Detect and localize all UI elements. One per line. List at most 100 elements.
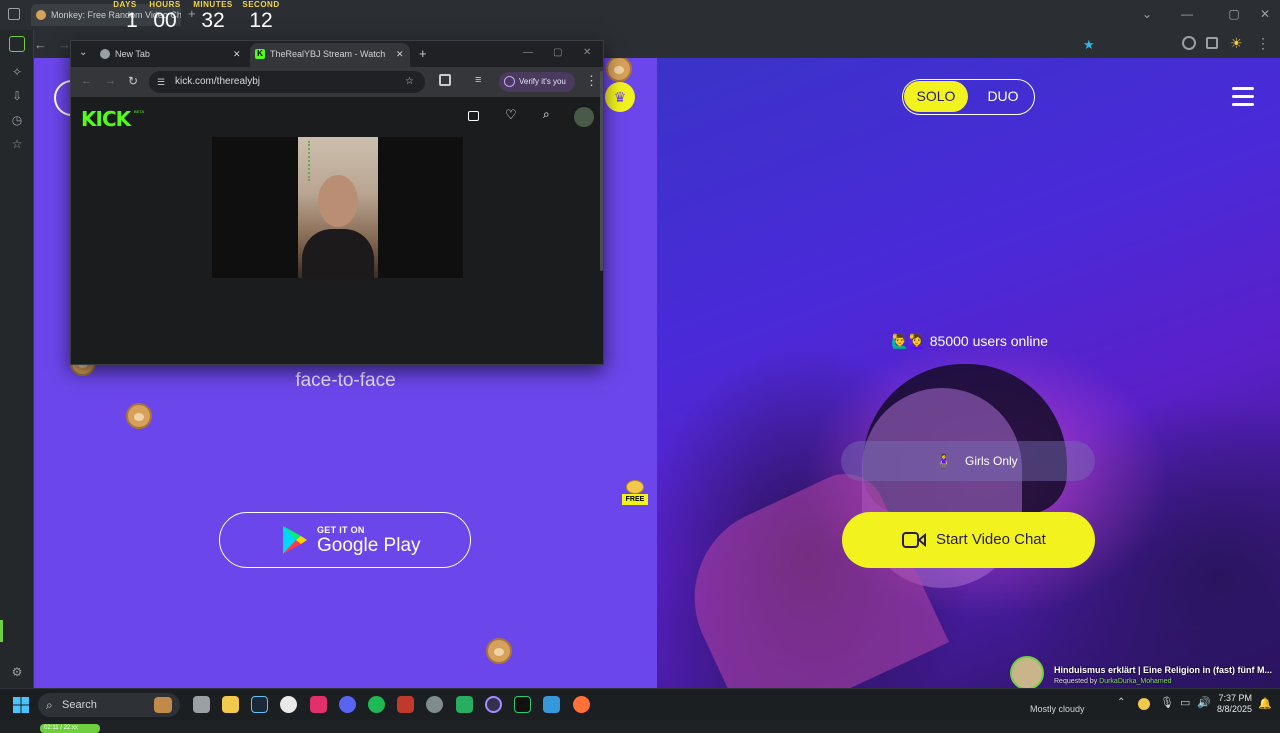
solo-button[interactable]: SOLO bbox=[904, 81, 968, 112]
tab-list-icon[interactable]: ⌄ bbox=[79, 47, 87, 58]
extensions-icon[interactable] bbox=[439, 74, 451, 86]
monkey-icon bbox=[606, 58, 632, 82]
reading-list-icon[interactable]: ≡ bbox=[475, 74, 481, 86]
free-coins-badge[interactable]: FREE bbox=[622, 480, 648, 508]
close-icon[interactable]: ✕ bbox=[1258, 7, 1272, 21]
app-icon[interactable] bbox=[456, 696, 473, 713]
now-playing-thumbnail bbox=[1010, 656, 1044, 690]
popup-url-field[interactable]: ☰ kick.com/therealybj ☆ bbox=[149, 71, 425, 93]
maximize-icon[interactable]: ▢ bbox=[553, 47, 562, 58]
hamburger-menu-icon[interactable] bbox=[1232, 87, 1254, 106]
requested-by-label: Requested by bbox=[1054, 678, 1098, 685]
verify-chip-label: Verify it's you bbox=[519, 77, 566, 86]
minutes-label: MINUTES bbox=[193, 0, 233, 9]
right-panel-camera-view: SOLO DUO 🙋‍♂️🙋‍♀️ 85000 users online 🧍‍♀… bbox=[657, 58, 1280, 688]
instagram-icon[interactable] bbox=[310, 696, 327, 713]
seconds-value: 12 bbox=[249, 9, 273, 32]
network-icon[interactable]: ▭ bbox=[1180, 696, 1190, 709]
site-settings-icon[interactable]: ☰ bbox=[157, 71, 165, 93]
tagline: face-to-face bbox=[295, 370, 396, 391]
task-view-icon[interactable] bbox=[193, 696, 210, 713]
minutes-value: 32 bbox=[201, 9, 225, 32]
favorites-icon[interactable]: ☆ bbox=[9, 136, 25, 152]
extensions-icon[interactable] bbox=[1206, 37, 1218, 49]
settings-icon[interactable] bbox=[426, 696, 443, 713]
menu-dots-icon[interactable]: ⋮ bbox=[585, 73, 598, 89]
taskbar: ⌕ Search 02:11 / 22:xx Mostly cloudy ⌃ 🎙… bbox=[0, 688, 1280, 733]
download-icon[interactable]: ⇩ bbox=[9, 88, 25, 104]
close-tab-icon[interactable]: ✕ bbox=[233, 43, 241, 65]
kick-logo[interactable]: KICK bbox=[81, 107, 131, 131]
search-icon: ⌕ bbox=[46, 698, 53, 712]
start-video-chat-button[interactable]: Start Video Chat bbox=[842, 512, 1095, 568]
verify-chip[interactable]: Verify it's you bbox=[499, 72, 575, 92]
requested-by-user: DurkaDurka_Mohamed bbox=[1099, 678, 1172, 685]
windows-start-icon[interactable] bbox=[13, 697, 29, 713]
spotify-icon[interactable] bbox=[368, 696, 385, 713]
minimize-icon[interactable]: — bbox=[1180, 7, 1194, 21]
back-icon[interactable]: ← bbox=[81, 75, 92, 87]
girl-icon: 🧍‍♀️ bbox=[935, 453, 953, 469]
editor-icon[interactable] bbox=[543, 696, 560, 713]
steam-icon[interactable] bbox=[251, 696, 268, 713]
stream-player[interactable] bbox=[212, 137, 463, 278]
sidebar-toggle-icon[interactable] bbox=[8, 8, 20, 20]
tab-kick-stream[interactable]: K TheRealYBJ Stream - Watch Live ✕ bbox=[250, 43, 410, 67]
bookmark-star-icon[interactable]: ★ bbox=[1083, 37, 1095, 53]
tab-kick-label: TheRealYBJ Stream - Watch Live bbox=[270, 49, 385, 59]
reload-icon[interactable]: ↻ bbox=[128, 74, 138, 88]
tray-app-icon[interactable] bbox=[1138, 698, 1150, 710]
bookmark-icon[interactable]: ☆ bbox=[405, 71, 414, 93]
google-play-button[interactable]: GET IT ON Google Play bbox=[219, 512, 471, 568]
settings-icon[interactable]: ⚙ bbox=[9, 664, 25, 680]
tab-search-icon[interactable]: ⌄ bbox=[1140, 7, 1154, 21]
terminal-icon[interactable] bbox=[514, 696, 531, 713]
voicemeeter-icon[interactable] bbox=[397, 696, 414, 713]
search-highlight-icon bbox=[154, 697, 172, 713]
popup-tab-bar: ⌄ New Tab ✕ K TheRealYBJ Stream - Watch … bbox=[71, 41, 603, 67]
streamer-face bbox=[318, 175, 358, 227]
circle-app-icon[interactable] bbox=[485, 696, 502, 713]
tray-clock[interactable]: 7:37 PM 8/8/2025 bbox=[1216, 693, 1252, 715]
users-emoji-icon: 🙋‍♂️🙋‍♀️ bbox=[891, 333, 926, 349]
sidebar-panel-icon[interactable] bbox=[9, 36, 25, 52]
tab-new-tab[interactable]: New Tab ✕ bbox=[95, 43, 245, 67]
kick-favicon-icon: K bbox=[255, 49, 265, 59]
new-tab-icon[interactable]: + bbox=[419, 46, 427, 61]
crown-icon[interactable]: ♛ bbox=[605, 82, 635, 112]
clock-date: 8/8/2025 bbox=[1216, 704, 1252, 714]
hours-value: 00 bbox=[153, 9, 177, 32]
menu-dots-icon[interactable]: ⋮ bbox=[1256, 35, 1270, 52]
sparkle-icon[interactable]: ✧ bbox=[9, 64, 25, 80]
days-value: 1 bbox=[126, 9, 138, 32]
forward-icon[interactable]: → bbox=[105, 75, 116, 87]
tray-chevron-icon[interactable]: ⌃ bbox=[1117, 697, 1125, 708]
monkey-favicon-icon bbox=[36, 10, 46, 20]
popup-address-bar: ← → ↻ ☰ kick.com/therealybj ☆ ≡ Verify i… bbox=[71, 67, 603, 97]
popup-scrollbar[interactable] bbox=[600, 71, 603, 271]
sun-icon[interactable]: ☀ bbox=[1230, 35, 1243, 52]
maximize-icon[interactable]: ▢ bbox=[1227, 7, 1241, 21]
microphone-icon[interactable]: 🎙 bbox=[1160, 696, 1174, 709]
minimize-icon[interactable]: — bbox=[523, 47, 533, 58]
avatar[interactable] bbox=[574, 107, 594, 127]
notification-icon[interactable]: 🔔 bbox=[1258, 697, 1272, 710]
search-icon[interactable]: ⌕ bbox=[543, 107, 550, 122]
volume-icon[interactable]: 🔊 bbox=[1197, 696, 1211, 709]
chrome-icon[interactable] bbox=[280, 696, 297, 713]
profile-icon[interactable] bbox=[1182, 36, 1196, 50]
browse-icon[interactable] bbox=[468, 111, 479, 121]
discord-icon[interactable] bbox=[339, 696, 356, 713]
close-icon[interactable]: ✕ bbox=[583, 47, 591, 58]
history-icon[interactable]: ◷ bbox=[9, 112, 25, 128]
active-indicator bbox=[0, 620, 3, 642]
kick-header: KICK BETA ♡ ⌕ bbox=[71, 97, 603, 139]
back-icon[interactable]: ← bbox=[34, 37, 47, 52]
firefox-icon[interactable] bbox=[573, 696, 590, 713]
close-tab-icon[interactable]: ✕ bbox=[396, 43, 404, 65]
duo-button[interactable]: DUO bbox=[973, 81, 1033, 112]
file-explorer-icon[interactable] bbox=[222, 696, 239, 713]
girls-only-toggle[interactable]: 🧍‍♀️ Girls Only bbox=[841, 441, 1095, 481]
taskbar-search[interactable]: ⌕ Search bbox=[38, 693, 180, 717]
heart-icon[interactable]: ♡ bbox=[505, 107, 517, 123]
